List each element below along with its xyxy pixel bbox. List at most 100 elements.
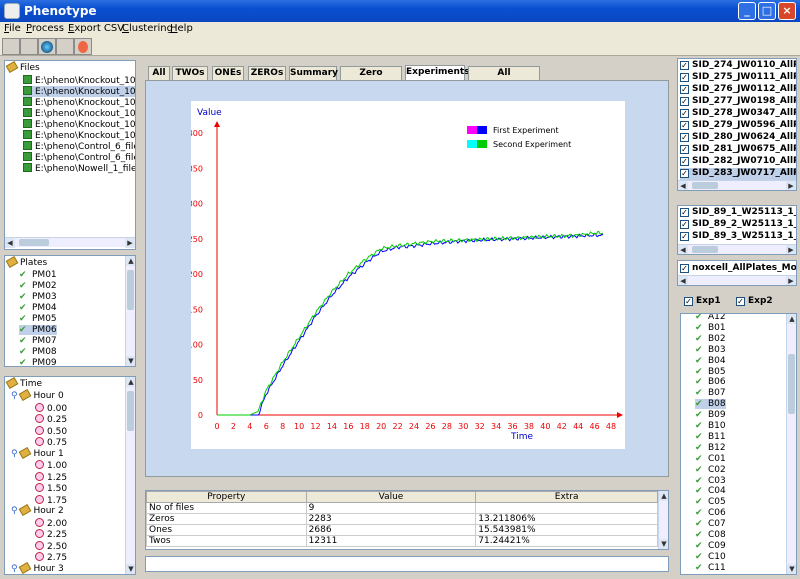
file-item[interactable]: E:\pheno\Knockout_106_fi bbox=[23, 75, 135, 86]
checkbox-icon[interactable]: ✓ bbox=[680, 133, 689, 142]
well-item[interactable]: ✔ C01 bbox=[695, 454, 726, 464]
toolbar-button-4[interactable] bbox=[56, 38, 74, 55]
sid-item[interactable]: ✓ SID_89_3_W25113_1_A bbox=[680, 231, 796, 243]
time-item[interactable]: 2.75 bbox=[35, 552, 67, 563]
well-item[interactable]: ✔ B07 bbox=[695, 388, 726, 398]
plate-item[interactable]: ✔ PM03 bbox=[19, 292, 57, 302]
checkbox-icon[interactable]: ✓ bbox=[680, 232, 689, 241]
well-item[interactable]: ✔ B01 bbox=[695, 323, 726, 333]
noxcell-hscroll[interactable]: ◀ ▶ bbox=[678, 275, 796, 285]
scroll-thumb[interactable] bbox=[692, 182, 718, 189]
checkbox-icon[interactable]: ✓ bbox=[680, 208, 689, 217]
scroll-thumb[interactable] bbox=[127, 270, 134, 310]
sid-item[interactable]: ✓ SID_274_JW0110_AllPl bbox=[680, 60, 796, 72]
toolbar-button-2[interactable] bbox=[20, 38, 38, 55]
scroll-left-icon[interactable]: ◀ bbox=[678, 181, 688, 190]
well-item[interactable]: ✔ C10 bbox=[695, 552, 726, 562]
well-item[interactable]: ✔ B08 bbox=[695, 399, 726, 410]
tab-all-experiments[interactable]: All Experiments bbox=[468, 66, 540, 90]
sid1-hscroll[interactable]: ◀ ▶ bbox=[678, 180, 796, 190]
plate-item[interactable]: ✔ PM02 bbox=[19, 281, 57, 291]
scroll-left-icon[interactable]: ◀ bbox=[678, 276, 688, 285]
well-item[interactable]: ✔ B11 bbox=[695, 432, 726, 442]
well-item[interactable]: ✔ B03 bbox=[695, 345, 726, 355]
checkbox-icon[interactable]: ✓ bbox=[680, 264, 689, 273]
checkbox-icon[interactable]: ✓ bbox=[680, 85, 689, 94]
toolbar-button-5[interactable] bbox=[74, 38, 92, 55]
hour-node[interactable]: ⚲ Hour 3 bbox=[11, 561, 64, 574]
plate-item[interactable]: ✔ PM01 bbox=[19, 270, 57, 280]
checkbox-icon[interactable]: ✓ bbox=[680, 73, 689, 82]
scroll-right-icon[interactable]: ▶ bbox=[786, 245, 796, 254]
status-field[interactable] bbox=[145, 556, 669, 572]
globe-button[interactable] bbox=[38, 38, 56, 55]
menu-help[interactable]: Help bbox=[170, 23, 193, 34]
column-header[interactable]: Extra bbox=[475, 491, 658, 503]
menu-file[interactable]: File bbox=[4, 23, 21, 34]
hour-node[interactable]: ⚲ Hour 2 bbox=[11, 504, 64, 516]
tab-twos[interactable]: TWOs bbox=[172, 66, 208, 80]
plate-item[interactable]: ✔ PM06 bbox=[19, 325, 57, 335]
scroll-thumb[interactable] bbox=[788, 354, 795, 414]
hour-node[interactable]: ⚲ Hour 0 bbox=[11, 389, 64, 401]
files-hscroll[interactable]: ◀ ▶ bbox=[5, 237, 135, 248]
scroll-left-icon[interactable]: ◀ bbox=[678, 245, 688, 254]
noxcell-item[interactable]: ✓noxcell_AllPlates_Morixno bbox=[680, 263, 796, 275]
table-vscroll[interactable]: ▲ ▼ bbox=[658, 491, 668, 549]
column-header[interactable]: Value bbox=[305, 491, 477, 503]
scroll-up-icon[interactable]: ▲ bbox=[126, 256, 135, 266]
well-item[interactable]: ✔ B04 bbox=[695, 356, 726, 366]
file-item[interactable]: E:\pheno\Control_6_files\S bbox=[23, 141, 135, 152]
maximize-button[interactable]: □ bbox=[758, 2, 776, 20]
scroll-right-icon[interactable]: ▶ bbox=[786, 181, 796, 190]
sid2-hscroll[interactable]: ◀ ▶ bbox=[678, 244, 796, 254]
time-item[interactable]: 2.50 bbox=[35, 540, 67, 552]
time-item[interactable]: 2.25 bbox=[35, 529, 67, 540]
well-item[interactable]: ✔ C09 bbox=[695, 541, 726, 551]
checkbox-icon[interactable]: ✓ bbox=[680, 97, 689, 106]
sid-item[interactable]: ✓ SID_281_JW0675_AllPl bbox=[680, 144, 796, 156]
checkbox-icon[interactable]: ✓ bbox=[680, 169, 689, 178]
toolbar-button-1[interactable] bbox=[2, 38, 20, 55]
scroll-left-icon[interactable]: ◀ bbox=[5, 238, 15, 248]
table-row[interactable]: Ones 2686 15.543981% bbox=[146, 524, 658, 536]
time-item[interactable]: 2.00 bbox=[35, 517, 67, 529]
exp1-checkbox[interactable]: ✓ Exp1 bbox=[684, 296, 721, 306]
file-item[interactable]: E:\pheno\Knockout_106_fi bbox=[23, 86, 135, 97]
tab-all[interactable]: All bbox=[148, 66, 170, 80]
tab-experiments[interactable]: Experiments bbox=[405, 65, 470, 80]
sid-item[interactable]: ✓ SID_275_JW0111_AllPl bbox=[680, 72, 796, 84]
checkbox-icon[interactable]: ✓ bbox=[684, 297, 693, 306]
time-item[interactable]: 0.75 bbox=[35, 437, 67, 448]
plate-item[interactable]: ✔ PM04 bbox=[19, 303, 57, 313]
scroll-thumb[interactable] bbox=[127, 391, 134, 431]
sid-item[interactable]: ✓ SID_276_JW0112_AllPl bbox=[680, 84, 796, 96]
sid-item[interactable]: ✓ SID_283_JW0717_AllPl bbox=[680, 168, 796, 180]
plates-root[interactable]: Plates bbox=[5, 256, 47, 268]
well-item[interactable]: ✔ C02 bbox=[695, 465, 726, 475]
menu-export-csv[interactable]: Export CSV bbox=[68, 23, 124, 34]
exp2-checkbox[interactable]: ✓ Exp2 bbox=[736, 296, 773, 306]
tab-zeros[interactable]: ZEROs bbox=[248, 66, 286, 80]
time-item[interactable]: 0.50 bbox=[35, 425, 67, 437]
well-item[interactable]: ✔ C06 bbox=[695, 508, 726, 518]
checkbox-icon[interactable]: ✓ bbox=[736, 297, 745, 306]
time-item[interactable]: 1.75 bbox=[35, 494, 67, 506]
file-item[interactable]: E:\pheno\Knockout_106_fi bbox=[23, 119, 135, 130]
plates-vscroll[interactable]: ▲ ▼ bbox=[125, 256, 135, 366]
checkbox-icon[interactable]: ✓ bbox=[680, 145, 689, 154]
well-item[interactable]: ✔ B09 bbox=[695, 410, 726, 420]
file-item[interactable]: E:\pheno\Nowell_1_file\no bbox=[23, 163, 135, 174]
time-item[interactable]: 0.00 bbox=[35, 402, 67, 414]
well-item[interactable]: ✔ C05 bbox=[695, 497, 726, 507]
menu-clustering[interactable]: Clustering bbox=[122, 23, 173, 34]
well-item[interactable]: ✔ B12 bbox=[695, 443, 726, 453]
plate-item[interactable]: ✔ PM09 bbox=[19, 358, 57, 366]
scroll-thumb[interactable] bbox=[19, 239, 49, 246]
table-row[interactable]: Twos 12311 71.24421% bbox=[146, 535, 658, 547]
time-root[interactable]: Time bbox=[5, 377, 42, 389]
well-item[interactable]: ✔ B02 bbox=[695, 334, 726, 344]
well-item[interactable]: ✔ B06 bbox=[695, 377, 726, 387]
minimize-button[interactable]: _ bbox=[738, 2, 756, 20]
scroll-down-icon[interactable]: ▼ bbox=[126, 564, 135, 574]
